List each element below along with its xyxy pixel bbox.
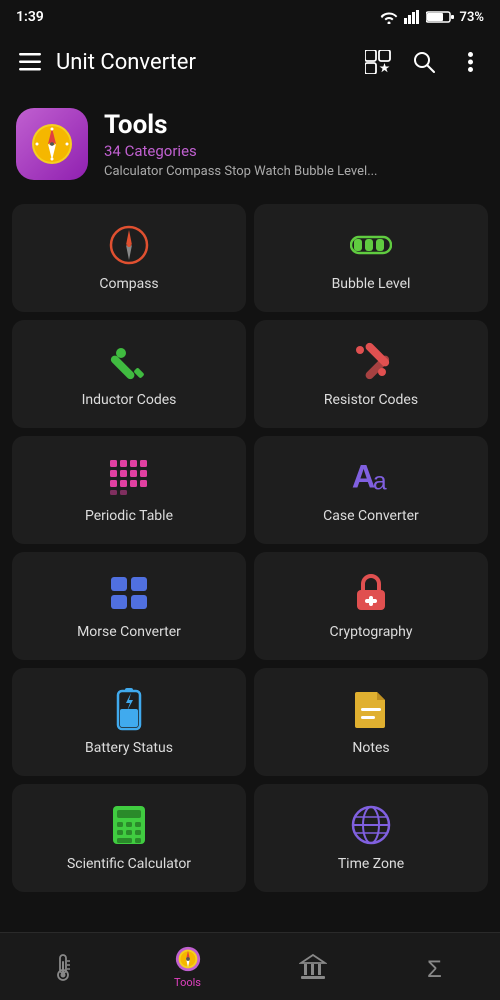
section-info: Tools 34 Categories Calculator Compass S… [104, 110, 378, 179]
bubble-level-label: Bubble Level [332, 276, 411, 292]
battery-icon [426, 10, 454, 24]
periodic-table-icon [108, 456, 150, 498]
inductor-codes-icon [108, 340, 150, 382]
case-converter-label: Case Converter [323, 508, 419, 524]
grid-star-button[interactable] [364, 48, 392, 76]
bubble-level-item[interactable]: Bubble Level [254, 204, 488, 312]
inductor-codes-item[interactable]: Inductor Codes [12, 320, 246, 428]
section-subtitle: Calculator Compass Stop Watch Bubble Lev… [104, 164, 378, 179]
section-icon [16, 108, 88, 180]
nav-tools-label: Tools [174, 976, 201, 989]
compass-icon [108, 224, 150, 266]
hamburger-menu-button[interactable] [16, 48, 44, 76]
notes-label: Notes [352, 740, 389, 756]
bottom-nav: Tools Σ [0, 932, 500, 1000]
periodic-table-item[interactable]: Periodic Table [12, 436, 246, 544]
inductor-codes-label: Inductor Codes [82, 392, 177, 408]
scientific-calculator-item[interactable]: Scientific Calculator [12, 784, 246, 892]
time-zone-item[interactable]: Time Zone [254, 784, 488, 892]
page-title: Unit Converter [56, 50, 352, 75]
cryptography-label: Cryptography [329, 624, 412, 640]
svg-text:A: A [352, 459, 375, 495]
tools-nav-icon [174, 945, 202, 973]
nav-thermometer[interactable] [49, 953, 77, 981]
section-categories: 34 Categories [104, 142, 378, 160]
compass-label: Compass [99, 276, 158, 292]
morse-converter-label: Morse Converter [77, 624, 181, 640]
notes-item[interactable]: Notes [254, 668, 488, 776]
tools-grid: Compass Bubble Level Inductor Codes [0, 196, 500, 900]
nav-bank[interactable] [299, 953, 327, 981]
compass-item[interactable]: Compass [12, 204, 246, 312]
time-zone-icon [350, 804, 392, 846]
more-options-button[interactable] [456, 48, 484, 76]
battery-status-icon [108, 688, 150, 730]
scientific-calculator-label: Scientific Calculator [67, 856, 191, 872]
resistor-codes-item[interactable]: Resistor Codes [254, 320, 488, 428]
battery-status-label: Battery Status [85, 740, 173, 756]
top-bar-actions [364, 48, 484, 76]
status-right: 73% [380, 10, 484, 25]
bank-nav-icon [299, 953, 327, 981]
nav-sigma[interactable]: Σ [424, 953, 452, 981]
sigma-nav-icon: Σ [424, 953, 452, 981]
scientific-calculator-icon [108, 804, 150, 846]
search-button[interactable] [410, 48, 438, 76]
bubble-level-icon [350, 224, 392, 266]
cryptography-icon [350, 572, 392, 614]
resistor-codes-label: Resistor Codes [324, 392, 418, 408]
signal-icon [404, 10, 420, 24]
morse-converter-icon [108, 572, 150, 614]
morse-converter-item[interactable]: Morse Converter [12, 552, 246, 660]
cryptography-item[interactable]: Cryptography [254, 552, 488, 660]
wifi-icon [380, 10, 398, 24]
periodic-table-label: Periodic Table [85, 508, 173, 524]
svg-text:Σ: Σ [427, 956, 442, 981]
battery-percent: 73% [460, 10, 484, 25]
case-converter-item[interactable]: A a Case Converter [254, 436, 488, 544]
svg-text:a: a [373, 468, 387, 495]
notes-icon [350, 688, 392, 730]
section-header: Tools 34 Categories Calculator Compass S… [0, 92, 500, 196]
status-bar: 1:39 73% [0, 0, 500, 32]
thermometer-nav-icon [49, 953, 77, 981]
section-title: Tools [104, 110, 378, 140]
resistor-codes-icon [350, 340, 392, 382]
case-converter-icon: A a [350, 456, 392, 498]
top-bar: Unit Converter [0, 32, 500, 92]
time-zone-label: Time Zone [338, 856, 404, 872]
status-time: 1:39 [16, 9, 44, 25]
battery-status-item[interactable]: Battery Status [12, 668, 246, 776]
nav-tools[interactable]: Tools [174, 945, 202, 989]
